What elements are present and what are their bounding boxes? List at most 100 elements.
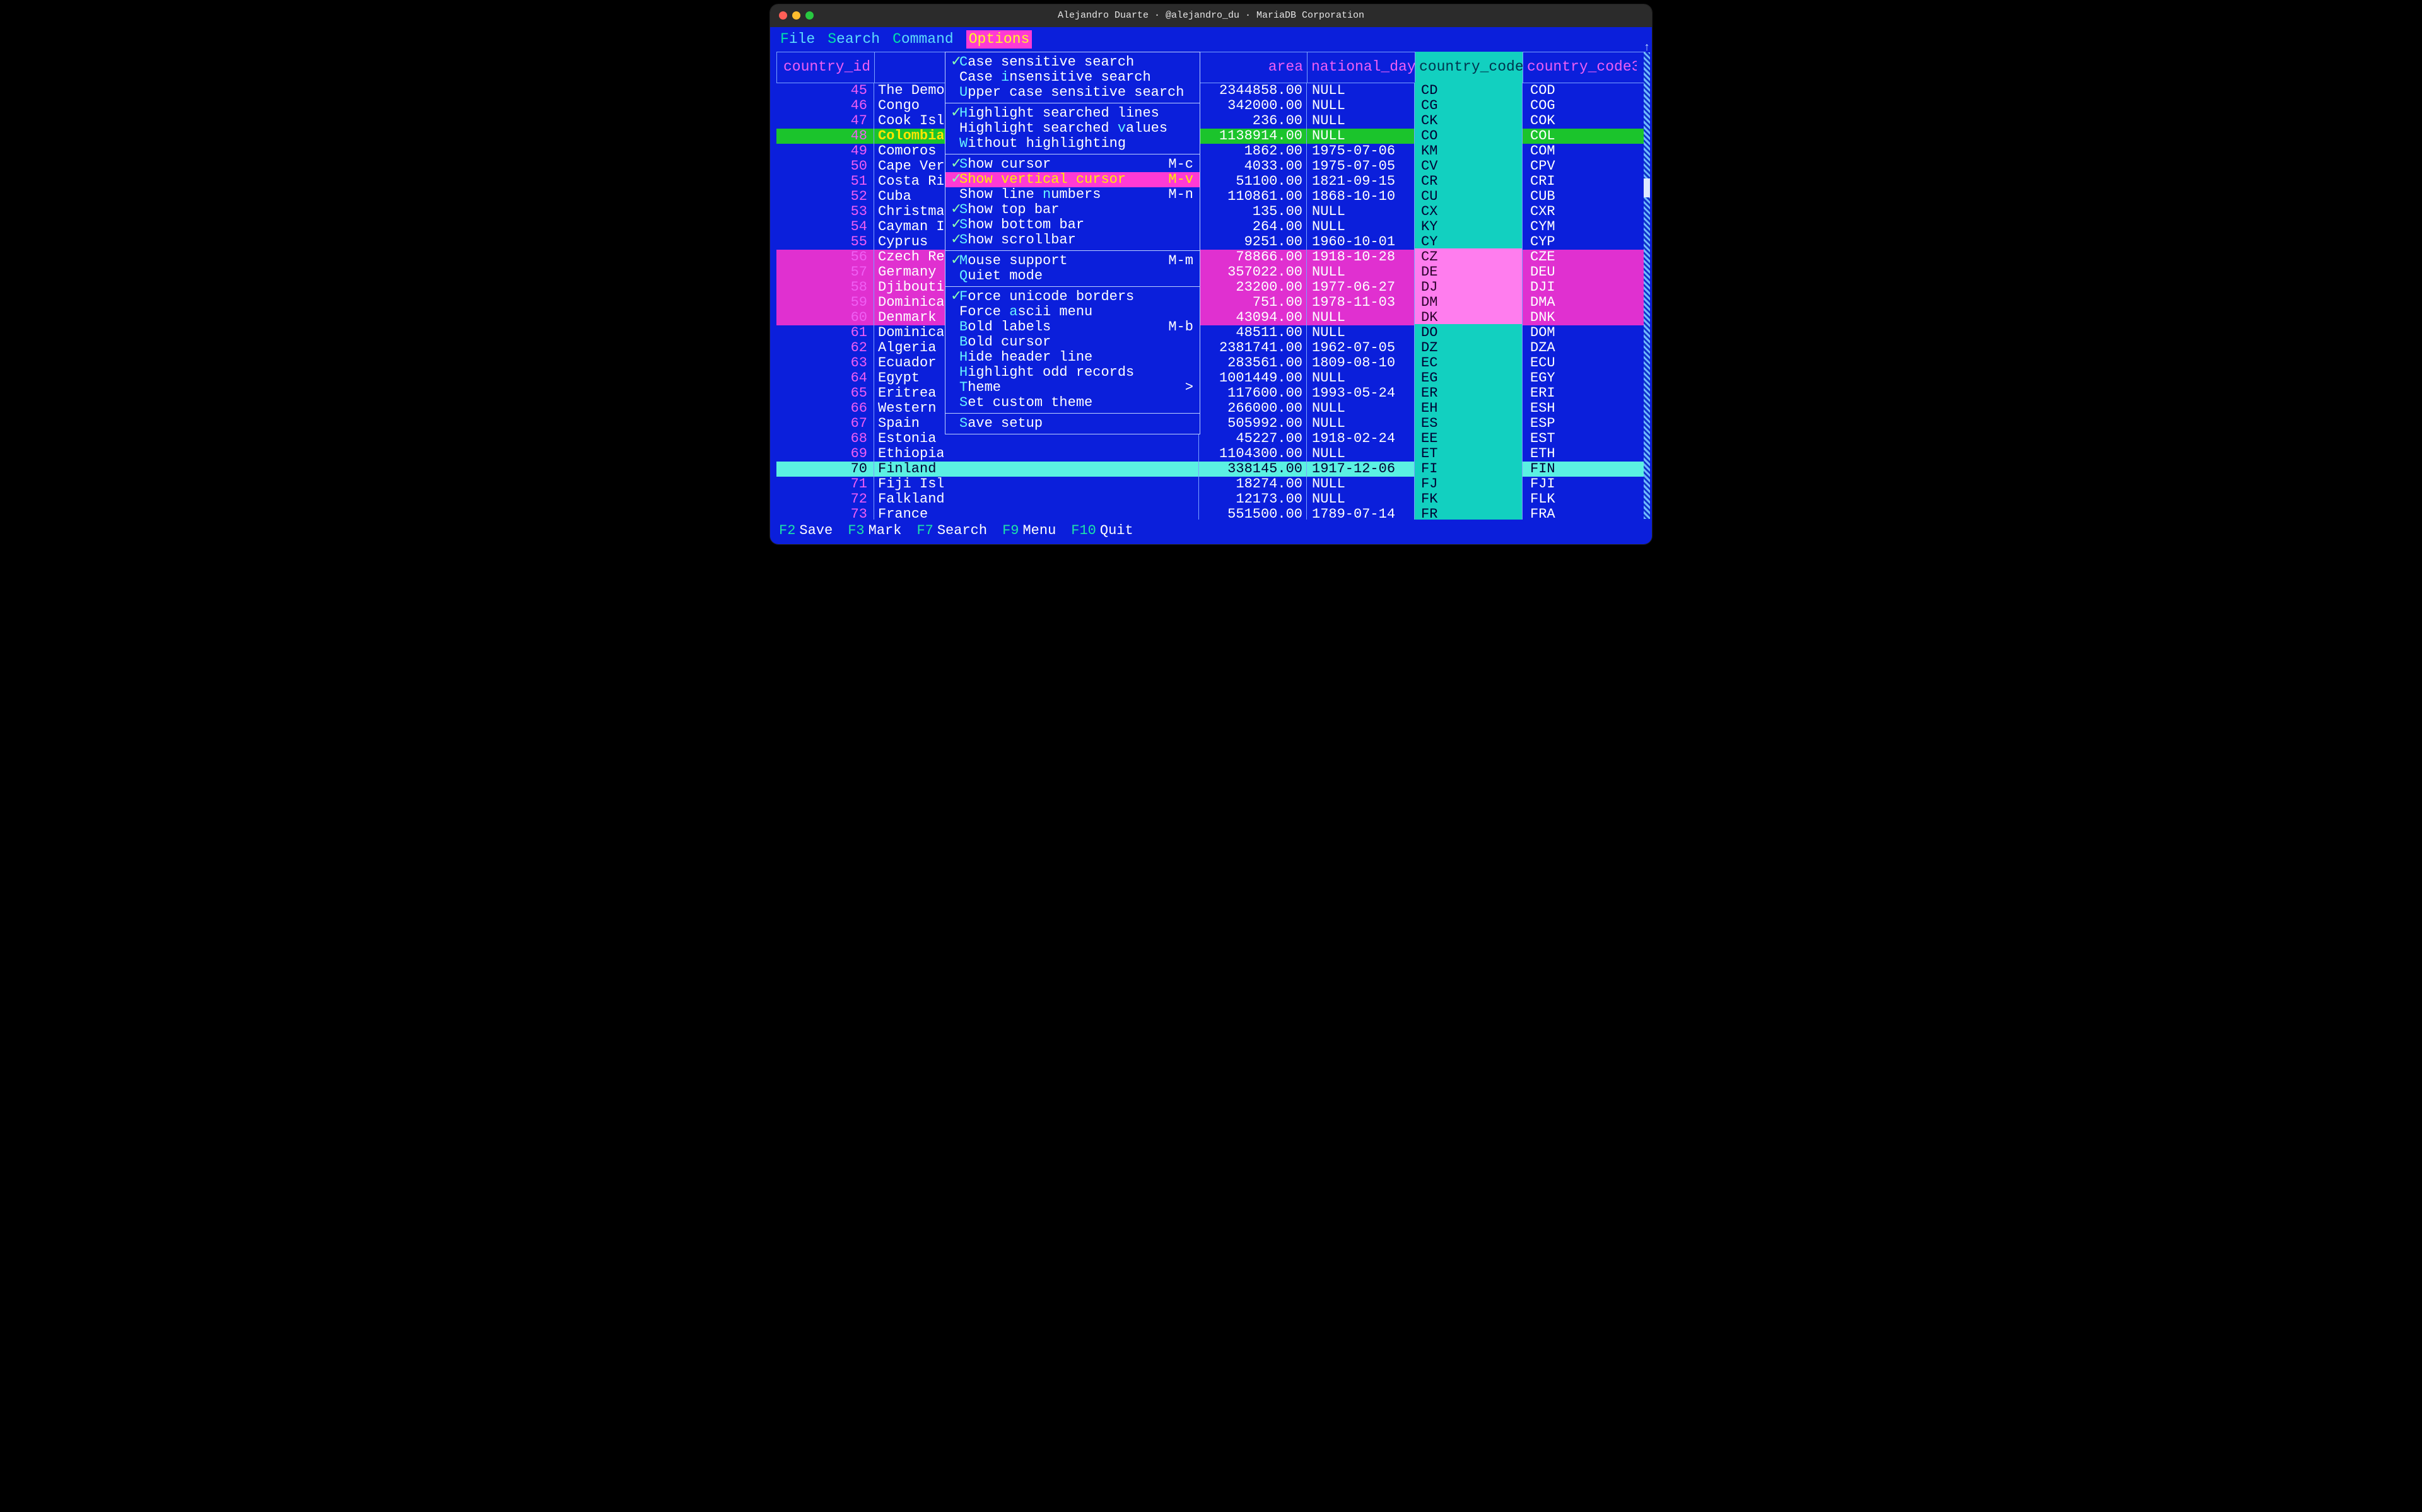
menu-option[interactable]: Save setup xyxy=(945,416,1200,431)
menu-option-label: Upper case sensitive search xyxy=(959,84,1193,102)
window-titlebar: Alejandro Duarte · @alejandro_du · Maria… xyxy=(770,4,1652,27)
menu-option[interactable]: Quiet mode xyxy=(945,269,1200,284)
table-row[interactable]: 46Congo342000.00NULLCGCOG xyxy=(776,98,1646,113)
check-icon: ✓ xyxy=(951,252,959,270)
menu-option[interactable]: Theme> xyxy=(945,380,1200,395)
menu-search-hotkey: S xyxy=(828,31,836,47)
check-icon: ✓ xyxy=(951,231,959,249)
scroll-up-icon[interactable]: ↑ xyxy=(1642,41,1651,50)
check-icon: ✓ xyxy=(951,105,959,122)
menu-option[interactable]: ✓Highlight searched lines xyxy=(945,106,1200,121)
col-country-code3[interactable]: country_code3 xyxy=(1523,52,1637,83)
menu-file[interactable]: File xyxy=(780,30,815,49)
menu-option[interactable]: Bold labelsM-b xyxy=(945,320,1200,335)
status-label: Mark xyxy=(869,523,902,538)
col-area[interactable]: area xyxy=(1200,52,1307,83)
table-row[interactable]: 53Christma135.00NULLCXCXR xyxy=(776,204,1646,219)
menu-option[interactable]: ✓Show bottom bar xyxy=(945,218,1200,233)
table-row[interactable]: 59Dominica751.001978-11-03DMDMA xyxy=(776,295,1646,310)
menu-group: Save setup xyxy=(945,414,1200,434)
menu-option[interactable]: Upper case sensitive search xyxy=(945,85,1200,100)
table-row[interactable]: 66Western266000.00NULLEHESH xyxy=(776,401,1646,416)
scroll-thumb[interactable] xyxy=(1644,178,1650,197)
menu-options[interactable]: Options xyxy=(966,30,1033,49)
menu-group: ✓Highlight searched linesHighlight searc… xyxy=(945,103,1200,154)
table-row[interactable]: 61Dominica48511.00NULLDODOM xyxy=(776,325,1646,340)
menu-option[interactable]: ✓Mouse supportM-m xyxy=(945,253,1200,269)
menu-option[interactable]: Force ascii menu xyxy=(945,305,1200,320)
table-row[interactable]: 67Spain505992.00NULLESESP xyxy=(776,416,1646,431)
menu-command-hotkey: C xyxy=(892,31,901,47)
col-name-hidden[interactable] xyxy=(875,61,944,74)
status-item[interactable]: F3 Mark xyxy=(848,522,901,540)
col-national-day[interactable]: national_day xyxy=(1308,52,1415,83)
menu-option[interactable]: Bold cursor xyxy=(945,335,1200,350)
status-item[interactable]: F10Quit xyxy=(1071,522,1133,540)
col-country-id[interactable]: country_id xyxy=(777,52,874,83)
check-icon: ✓ xyxy=(951,54,959,71)
table-row[interactable]: 69Ethiopia1104300.00NULLETETH xyxy=(776,446,1646,462)
menu-command[interactable]: Command xyxy=(892,30,954,49)
table-row[interactable]: 56Czech Re78866.001918-10-28CZCZE xyxy=(776,250,1646,265)
table-row[interactable]: 47Cook Isl236.00NULLCKCOK xyxy=(776,113,1646,129)
menu-search-label: earch xyxy=(836,31,880,47)
menu-option[interactable]: Highlight odd records xyxy=(945,365,1200,380)
menu-option[interactable]: ✓Force unicode borders xyxy=(945,289,1200,305)
table-row[interactable]: 54Cayman I264.00NULLKYCYM xyxy=(776,219,1646,235)
menu-options-hotkey: O xyxy=(969,31,978,47)
status-item[interactable]: F9Menu xyxy=(1002,522,1056,540)
table-row[interactable]: 57Germany357022.00NULLDEDEU xyxy=(776,265,1646,280)
options-dropdown: ✓Case sensitive searchCase insensitive s… xyxy=(945,52,1200,434)
zoom-icon[interactable] xyxy=(805,11,814,20)
table-row[interactable]: 72Falkland Islands12173.00NULLFKFLK xyxy=(776,492,1646,507)
menu-option[interactable]: ✓Show vertical cursorM-v xyxy=(945,172,1200,187)
menu-option[interactable]: ✓Show cursorM-c xyxy=(945,157,1200,172)
table-row[interactable]: 58Djibouti23200.001977-06-27DJDJI xyxy=(776,280,1646,295)
table-row[interactable]: 63Ecuador283561.001809-08-10ECECU xyxy=(776,356,1646,371)
terminal-body: File Search Command Options country_id xyxy=(770,27,1652,544)
col-country-code2[interactable]: country_code2 xyxy=(1415,52,1523,83)
table-row[interactable]: 65Eritrea117600.001993-05-24ERERI xyxy=(776,386,1646,401)
status-label: Save xyxy=(799,523,833,538)
menu-group: ✓Case sensitive searchCase insensitive s… xyxy=(945,52,1200,103)
table-row[interactable]: 64Egypt1001449.00NULLEGEGY xyxy=(776,371,1646,386)
status-item[interactable]: F7Search xyxy=(916,522,987,540)
window-title: Alejandro Duarte · @alejandro_du · Maria… xyxy=(1058,10,1364,22)
table-row[interactable]: 68Estonia45227.001918-02-24EEEST xyxy=(776,431,1646,446)
table-row[interactable]: 55Cyprus9251.001960-10-01CYCYP xyxy=(776,235,1646,250)
menu-group: ✓Show cursorM-c✓Show vertical cursorM-vS… xyxy=(945,154,1200,251)
table-row[interactable]: 70Finland338145.001917-12-06FIFIN xyxy=(776,462,1646,477)
scrollbar[interactable]: ↑ ↓ xyxy=(1644,52,1650,519)
menu-group: ✓Mouse supportM-mQuiet mode xyxy=(945,251,1200,287)
minimize-icon[interactable] xyxy=(792,11,800,20)
status-key: F10 xyxy=(1071,523,1096,538)
menu-option[interactable]: Show line numbersM-n xyxy=(945,187,1200,202)
table-row[interactable]: 48Colombia1138914.00NULLCOCOL xyxy=(776,129,1646,144)
status-key: F2 xyxy=(779,523,795,538)
table-row[interactable]: 50Cape Ver4033.001975-07-05CVCPV xyxy=(776,159,1646,174)
menu-option[interactable]: ✓Show scrollbar xyxy=(945,233,1200,248)
status-key: F9 xyxy=(1002,523,1019,538)
table-row[interactable]: 52Cuba110861.001868-10-10CUCUB xyxy=(776,189,1646,204)
status-item[interactable]: F2 Save xyxy=(779,522,833,540)
status-label: Search xyxy=(937,523,987,538)
table-row[interactable]: 51Costa Ri51100.001821-09-15CRCRI xyxy=(776,174,1646,189)
close-icon[interactable] xyxy=(779,11,787,20)
status-key: F3 xyxy=(848,523,864,538)
menu-option[interactable]: ✓Case sensitive search xyxy=(945,55,1200,70)
menu-option[interactable]: Hide header line xyxy=(945,350,1200,365)
table-row[interactable]: 71Fiji Isl18274.00NULLFJFJI xyxy=(776,477,1646,492)
menu-option[interactable]: Set custom theme xyxy=(945,395,1200,410)
menu-search[interactable]: Search xyxy=(828,30,880,49)
table-row[interactable]: 60Denmark43094.00NULLDKDNK xyxy=(776,310,1646,325)
menu-option[interactable]: Without highlighting xyxy=(945,136,1200,151)
menu-option-label: Save setup xyxy=(959,415,1193,433)
table-row[interactable]: 62Algeria2381741.001962-07-05DZDZA xyxy=(776,340,1646,356)
menu-option[interactable]: ✓Show top bar xyxy=(945,202,1200,218)
table-row[interactable]: 45The Demo2344858.00NULLCDCOD xyxy=(776,83,1646,98)
menu-option-label: Set custom theme xyxy=(959,394,1193,412)
menu-command-label: ommand xyxy=(901,31,954,47)
table-row[interactable]: 49Comoros1862.001975-07-06KMCOM xyxy=(776,144,1646,159)
menu-option[interactable]: Case insensitive search xyxy=(945,70,1200,85)
menu-option[interactable]: Highlight searched values xyxy=(945,121,1200,136)
